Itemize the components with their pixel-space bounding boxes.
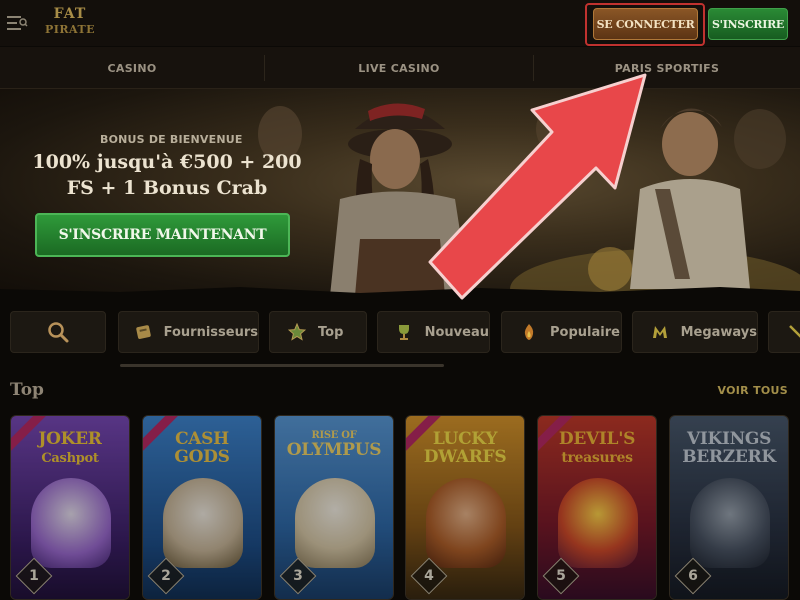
- fire-icon: [518, 321, 540, 343]
- megaways-icon: [649, 321, 671, 343]
- chip-providers[interactable]: Fournisseurs: [118, 311, 259, 353]
- hero-subtitle: BONUS DE BIENVENUE: [100, 133, 243, 146]
- providers-icon: [135, 321, 154, 343]
- game-card[interactable]: DEVIL'S treasures 5: [537, 415, 657, 600]
- tab-casino[interactable]: CASINO: [0, 47, 264, 89]
- register-button[interactable]: S'INSCRIRE: [708, 8, 788, 40]
- game-title: DEVIL'S treasures: [558, 429, 636, 466]
- logo-line1: FAT: [53, 6, 87, 22]
- chip-popular[interactable]: Populaire: [501, 311, 622, 353]
- category-chips: Fournisseurs Top Nouveau Populaire Megaw…: [0, 307, 800, 357]
- search-icon: [48, 322, 69, 343]
- tab-live-casino[interactable]: LIVE CASINO: [265, 47, 533, 89]
- logo[interactable]: FAT PIRATE: [44, 7, 96, 39]
- hero-title: 100% jusqu'à €500 + 200 FS + 1 Bonus Cra…: [32, 151, 302, 199]
- view-all-link[interactable]: VOIR TOUS: [718, 384, 788, 397]
- sword-icon: [785, 321, 800, 343]
- hero-banner[interactable]: BONUS DE BIENVENUE 100% jusqu'à €500 + 2…: [0, 89, 800, 296]
- search-button[interactable]: [10, 311, 106, 353]
- trophy-icon: [394, 321, 415, 343]
- game-title: JOKER Cashpot: [38, 429, 102, 466]
- chip-megaways[interactable]: Megaways: [632, 311, 758, 353]
- game-title: RISE OF OLYMPUS: [286, 430, 382, 460]
- chip-label: Populaire: [550, 324, 620, 340]
- logo-line2: PIRATE: [44, 23, 96, 36]
- game-character: [558, 478, 638, 568]
- chip-label: Nouveau: [424, 324, 489, 340]
- game-card[interactable]: RISE OF OLYMPUS 3: [274, 415, 394, 600]
- game-character: [163, 478, 243, 568]
- login-button[interactable]: SE CONNECTER: [593, 8, 698, 40]
- menu-icon[interactable]: [6, 13, 28, 33]
- game-card[interactable]: LUCKY DWARFS 4: [405, 415, 525, 600]
- section-title: Top: [10, 380, 44, 400]
- star-icon: [286, 321, 308, 343]
- main-nav: CASINO LIVE CASINO PARIS SPORTIFS: [0, 47, 800, 89]
- chip-new[interactable]: Nouveau: [377, 311, 490, 353]
- game-character: [690, 478, 770, 568]
- game-title: CASH GODS: [174, 429, 230, 467]
- chip-more[interactable]: [768, 311, 800, 353]
- game-card[interactable]: JOKER Cashpot 1: [10, 415, 130, 600]
- chip-label: Top: [318, 324, 344, 340]
- game-card[interactable]: CASH GODS 2: [142, 415, 262, 600]
- game-title: VIKINGS BERZERK: [682, 429, 776, 467]
- top-header: FAT PIRATE SE CONNECTER S'INSCRIRE: [0, 0, 800, 46]
- tab-sports-betting[interactable]: PARIS SPORTIFS: [534, 47, 800, 89]
- game-character: [426, 478, 506, 568]
- game-character: [295, 478, 375, 568]
- chip-label: Megaways: [680, 324, 757, 340]
- register-now-button[interactable]: S'INSCRIRE MAINTENANT: [35, 213, 290, 257]
- game-character: [31, 478, 111, 568]
- game-card[interactable]: VIKINGS BERZERK 6: [669, 415, 789, 600]
- chips-scrollbar[interactable]: [120, 364, 444, 367]
- chip-top[interactable]: Top: [269, 311, 367, 353]
- chip-label: Fournisseurs: [163, 324, 258, 340]
- game-title: LUCKY DWARFS: [423, 429, 507, 467]
